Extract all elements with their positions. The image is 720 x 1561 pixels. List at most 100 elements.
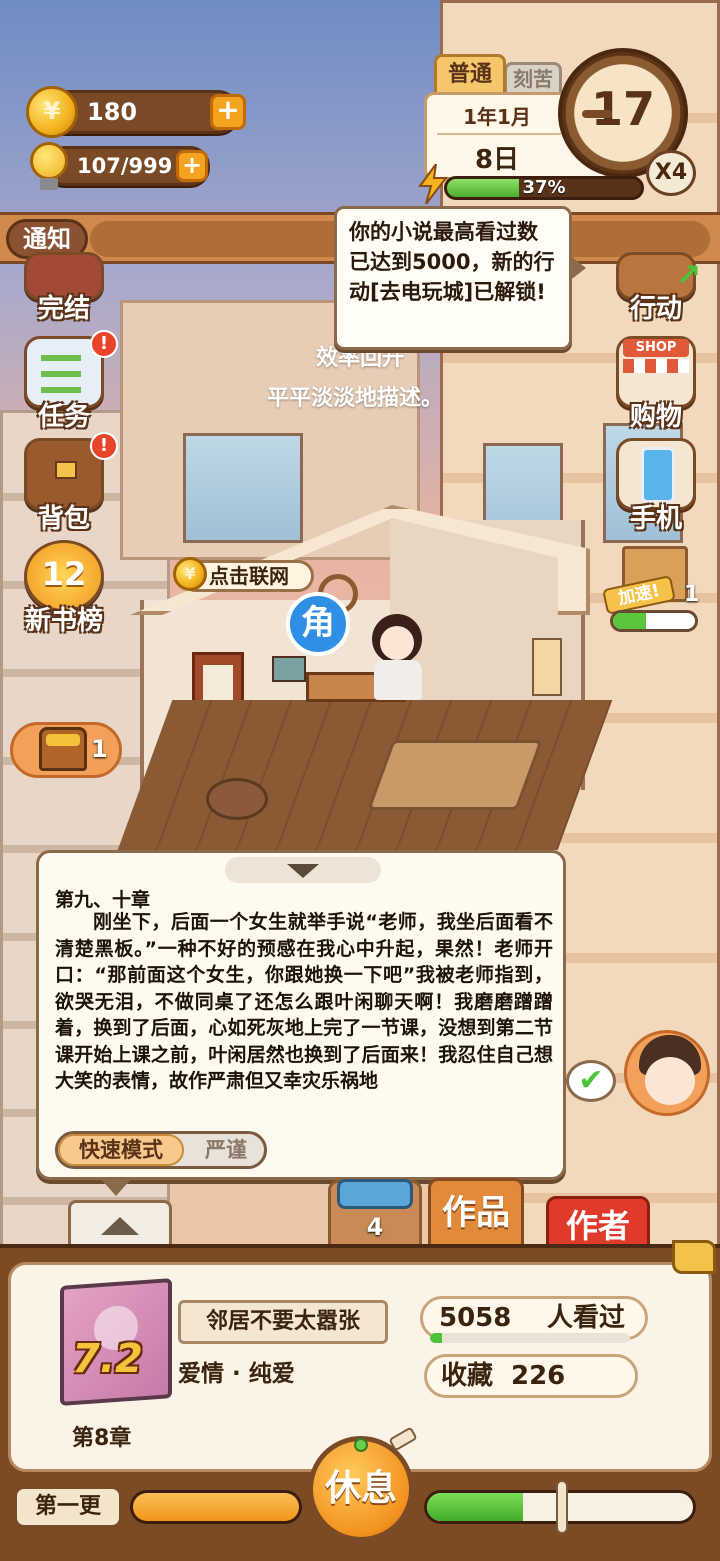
update-button[interactable]: 第一更 bbox=[14, 1486, 122, 1528]
progress-marker-icon bbox=[556, 1480, 568, 1534]
check-bubble-icon: ✔ bbox=[566, 1060, 616, 1102]
checklist-line bbox=[41, 371, 81, 377]
room-floor bbox=[117, 700, 613, 850]
checklist-line bbox=[41, 355, 81, 361]
stamina-percent: 37% bbox=[522, 177, 566, 198]
bookshelf-icon bbox=[272, 656, 306, 682]
stamina-bar: 37% bbox=[444, 176, 644, 200]
views-count: 5058 bbox=[439, 1303, 512, 1333]
menu-action-button[interactable]: ↗ 行动 bbox=[608, 244, 704, 340]
tab-drafts[interactable]: 4 bbox=[328, 1179, 422, 1250]
role-bubble-button[interactable]: 角 bbox=[286, 592, 350, 656]
connect-network-button[interactable]: ¥ 点击联网 bbox=[173, 557, 314, 592]
shop-awning-icon bbox=[623, 359, 689, 373]
character-girl-icon bbox=[366, 614, 430, 700]
views-progress bbox=[430, 1333, 630, 1343]
views-progress-fill bbox=[430, 1333, 442, 1343]
menu-phone-label: 手机 bbox=[629, 504, 682, 534]
menu-new-ranking-label: 新书榜 bbox=[24, 606, 103, 636]
writing-progress-right-fill bbox=[427, 1493, 523, 1521]
writing-progress-left-fill bbox=[133, 1493, 299, 1521]
shop-sign: SHOP bbox=[623, 339, 689, 357]
date-day: 8日 bbox=[474, 145, 520, 175]
mode-strict-option[interactable]: 严谨 bbox=[188, 1134, 264, 1166]
write-mode-toggle[interactable]: 快速模式 严谨 bbox=[55, 1131, 267, 1169]
unlock-tooltip: 你的小说最高看过数已达到5000，新的行动[去电玩城]已解锁! bbox=[334, 206, 572, 350]
menu-tasks-label: 任务 bbox=[37, 402, 90, 432]
novel-title: 邻居不要太嚣张 bbox=[178, 1300, 388, 1344]
rank-medal-number: 12 bbox=[41, 555, 87, 593]
views-label: 人看过 bbox=[547, 1303, 626, 1333]
chapter-body: 刚坐下，后面一个女生就举手说“老师，我坐后面看不清楚黑板。”一种不好的预感在我心… bbox=[55, 911, 553, 1092]
chevron-down-icon bbox=[287, 864, 319, 878]
favorites-stat: 收藏 226 bbox=[424, 1354, 638, 1398]
favorites-label: 收藏 bbox=[441, 1361, 494, 1391]
menu-backpack-label: 背包 bbox=[37, 504, 90, 534]
mode-fast-option[interactable]: 快速模式 bbox=[58, 1134, 184, 1166]
lightbulb-icon bbox=[30, 142, 68, 180]
menu-action-label: 行动 bbox=[629, 294, 682, 324]
mode-tab-hard[interactable]: 刻苦 bbox=[504, 62, 562, 96]
coin-icon: ¥ bbox=[26, 86, 78, 138]
speed-multiplier-button[interactable]: X4 bbox=[646, 150, 696, 196]
add-energy-button[interactable]: + bbox=[176, 150, 208, 182]
writing-progress-left bbox=[130, 1490, 302, 1524]
menu-new-ranking-button[interactable]: 12 新书榜 bbox=[16, 540, 112, 636]
character-body bbox=[374, 660, 422, 700]
alert-badge-icon: ! bbox=[90, 432, 118, 460]
coin-icon: ¥ bbox=[173, 557, 207, 591]
speedup-progress-fill bbox=[613, 613, 646, 629]
corner-ornament-icon bbox=[672, 1240, 716, 1274]
clock-hand-icon bbox=[582, 110, 612, 118]
pin-icon bbox=[354, 1438, 368, 1452]
rug-icon bbox=[206, 778, 268, 820]
menu-backpack-button[interactable]: ! 背包 bbox=[16, 432, 118, 534]
coin-value: 180 bbox=[87, 98, 138, 126]
phone-screen bbox=[641, 447, 675, 503]
character-boy-avatar[interactable] bbox=[624, 1030, 710, 1116]
novel-chapter: 第8章 bbox=[72, 1426, 132, 1451]
character-face bbox=[380, 626, 414, 660]
speedup-count: 1 bbox=[684, 582, 700, 607]
clock-hour: 17 bbox=[590, 82, 655, 136]
backpack-buckle-icon bbox=[55, 461, 77, 479]
favorites-count: 226 bbox=[511, 1361, 566, 1391]
chevron-up-icon bbox=[101, 1217, 139, 1235]
unlock-tooltip-text: 你的小说最高看过数已达到5000，新的行动[去电玩城]已解锁! bbox=[349, 220, 555, 304]
treasure-chest-count: 1 bbox=[91, 735, 108, 763]
mode-tab-normal[interactable]: 普通 bbox=[434, 54, 506, 96]
menu-shop-label: 购物 bbox=[629, 402, 682, 432]
novel-score: 7.2 bbox=[72, 1336, 143, 1382]
bed-icon bbox=[367, 740, 543, 810]
connect-network-label: 点击联网 bbox=[209, 564, 289, 588]
menu-completed-label: 完结 bbox=[37, 294, 90, 324]
treasure-chest-icon bbox=[39, 727, 87, 771]
menu-tasks-button[interactable]: ! 任务 bbox=[16, 330, 118, 432]
novel-genre: 爱情 · 纯爱 bbox=[178, 1361, 295, 1387]
date-year-month: 1年1月 bbox=[463, 105, 531, 129]
novel-text-panel: 第九、十章 刚坐下，后面一个女生就举手说“老师，我坐后面看不清楚黑板。”一种不好… bbox=[36, 850, 566, 1180]
speedup-progress bbox=[610, 610, 698, 632]
avatar-face bbox=[645, 1057, 695, 1105]
drafts-board-icon bbox=[337, 1179, 413, 1209]
status-float-line2: 平平淡淡地描述。 bbox=[266, 386, 443, 411]
tab-works[interactable]: 作品 bbox=[428, 1178, 524, 1250]
menu-completed-button[interactable]: 完结 bbox=[16, 244, 112, 340]
menu-shop-button[interactable]: SHOP 购物 bbox=[608, 336, 704, 432]
menu-phone-button[interactable]: 手机 bbox=[608, 438, 704, 534]
drafts-count: 4 bbox=[366, 1213, 384, 1241]
add-coins-button[interactable]: + bbox=[210, 94, 246, 130]
checklist-line bbox=[41, 387, 81, 393]
chapter-title: 第九、十章 bbox=[55, 889, 151, 911]
alert-badge-icon: ! bbox=[90, 330, 118, 358]
treasure-chest-button[interactable]: 1 bbox=[10, 722, 122, 778]
treasure-gold bbox=[46, 734, 80, 746]
date-divider bbox=[437, 133, 561, 135]
lightbulb-base-icon bbox=[40, 178, 58, 190]
energy-value: 107/999 bbox=[77, 154, 173, 178]
expand-panel-button[interactable] bbox=[68, 1200, 172, 1250]
panel-collapse-handle[interactable] bbox=[225, 857, 381, 883]
panel-tail bbox=[100, 1178, 132, 1196]
poster-icon bbox=[532, 638, 562, 696]
building-window bbox=[183, 433, 303, 543]
